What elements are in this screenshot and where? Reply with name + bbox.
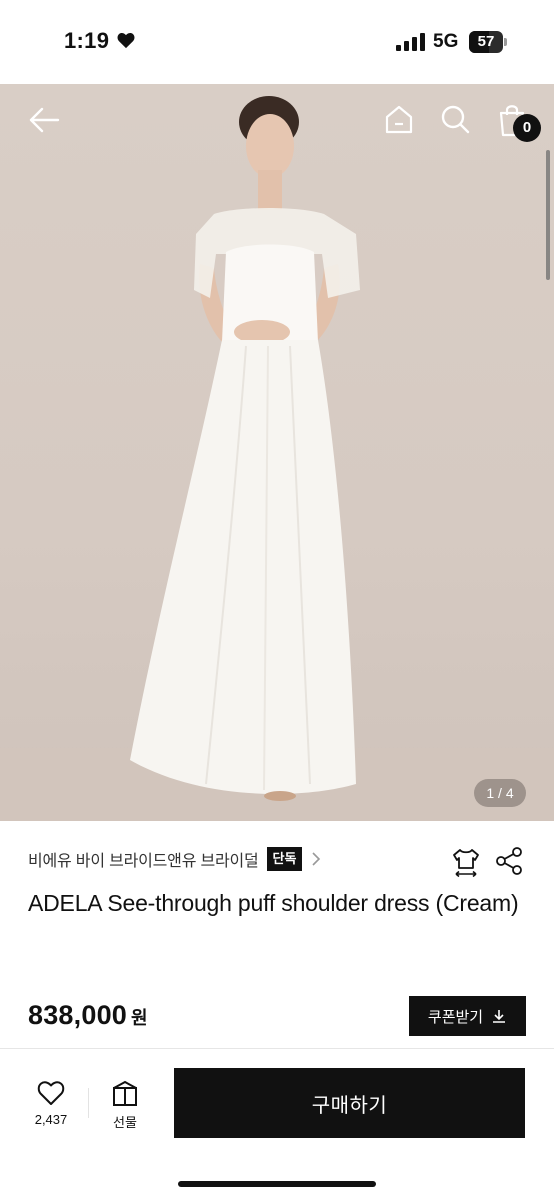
download-icon <box>493 1010 506 1023</box>
price-currency: 원 <box>131 1008 148 1028</box>
network-label: 5G <box>433 31 459 52</box>
battery-icon: 57 <box>469 31 507 53</box>
back-arrow-icon[interactable] <box>24 102 64 138</box>
size-guide-icon[interactable] <box>450 846 482 878</box>
cart-count-badge[interactable]: 0 <box>513 114 541 142</box>
brand-link[interactable]: 비에유 바이 브라이드앤유 브라이덜 단독 <box>28 846 322 872</box>
divider <box>88 1088 89 1118</box>
gift-label: 선물 <box>113 1115 137 1130</box>
home-icon[interactable] <box>380 100 418 138</box>
gift-icon <box>113 1080 137 1106</box>
wishlist-button[interactable]: 2,437 <box>26 1080 76 1132</box>
price: 838,000 원 <box>28 1000 148 1031</box>
product-title: ADELA See-through puff shoulder dress (C… <box>28 890 519 916</box>
status-time: 1:19 <box>64 28 110 53</box>
chevron-right-icon <box>312 852 321 866</box>
battery-level: 57 <box>477 33 495 50</box>
scroll-indicator <box>546 150 550 280</box>
home-indicator <box>178 1181 376 1187</box>
coupon-label: 쿠폰받기 <box>427 1008 484 1026</box>
status-bar: 1:19 5G 57 <box>0 0 554 84</box>
gift-button[interactable]: 선물 <box>104 1080 146 1132</box>
brand-name[interactable]: 비에유 바이 브라이드앤유 브라이덜 <box>28 847 259 871</box>
buy-button[interactable]: 구매하기 <box>174 1068 525 1138</box>
product-image[interactable] <box>0 84 554 821</box>
wishlist-count: 2,437 <box>34 1112 68 1127</box>
search-icon[interactable] <box>436 100 474 138</box>
coupon-button[interactable]: 쿠폰받기 <box>409 996 526 1036</box>
heart-icon <box>37 1081 65 1105</box>
exclusive-badge: 단독 <box>266 847 303 871</box>
model-illustration <box>130 96 360 801</box>
signal-icon <box>396 33 426 51</box>
heart-icon <box>117 32 135 49</box>
share-icon[interactable] <box>494 846 524 876</box>
image-page-indicator: 1 / 4 <box>474 779 526 807</box>
price-value: 838,000 <box>28 1000 127 1030</box>
